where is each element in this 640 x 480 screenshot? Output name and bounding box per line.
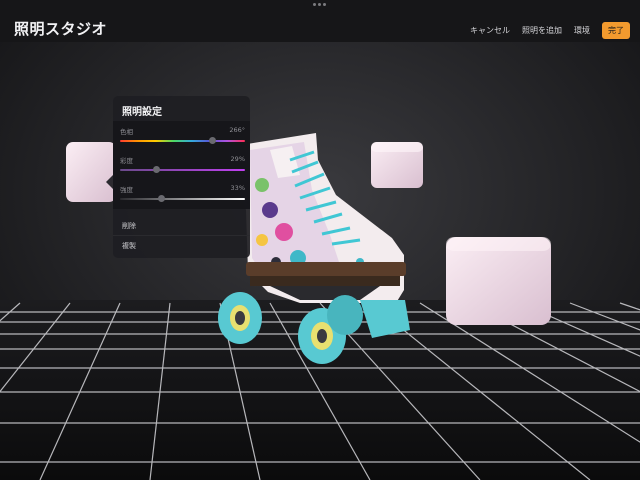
environment-button[interactable]: 環境 — [574, 25, 590, 36]
top-bar: 照明スタジオ キャンセル 照明を追加 環境 完了 — [0, 0, 640, 42]
delete-light-button[interactable]: 削除 — [122, 221, 136, 231]
window-grabber-icon[interactable] — [313, 3, 327, 9]
hue-track[interactable] — [120, 140, 245, 142]
slider-group: 色相 266° 彩度 29% 強度 33% — [113, 121, 250, 209]
popover-title: 照明設定 — [122, 107, 162, 118]
intensity-track[interactable] — [120, 198, 245, 200]
light-cube-right[interactable] — [446, 237, 551, 325]
done-button[interactable]: 完了 — [602, 22, 630, 39]
3d-viewport[interactable] — [0, 0, 640, 480]
intensity-value: 33% — [230, 184, 245, 192]
menu-divider — [113, 235, 250, 236]
popover-arrow — [106, 175, 113, 189]
saturation-value: 29% — [230, 155, 245, 163]
intensity-knob[interactable] — [158, 195, 166, 202]
saturation-track[interactable] — [120, 169, 245, 171]
intensity-label: 強度 — [120, 186, 133, 194]
light-settings-popover: 照明設定 色相 266° 彩度 29% 強度 33% 削除 複製 — [113, 96, 250, 258]
saturation-label: 彩度 — [120, 157, 133, 165]
cancel-button[interactable]: キャンセル — [470, 25, 510, 36]
top-actions: キャンセル 照明を追加 環境 完了 — [470, 22, 630, 39]
app-title: 照明スタジオ — [14, 20, 108, 38]
saturation-knob[interactable] — [153, 166, 161, 173]
light-cube-left[interactable] — [66, 142, 116, 202]
hue-slider: 色相 266° — [120, 126, 245, 146]
add-light-button[interactable]: 照明を追加 — [522, 25, 562, 36]
intensity-slider: 強度 33% — [120, 184, 245, 204]
saturation-slider: 彩度 29% — [120, 155, 245, 175]
hue-value: 266° — [229, 126, 245, 134]
hue-knob[interactable] — [209, 137, 217, 144]
hue-label: 色相 — [120, 128, 133, 136]
duplicate-light-button[interactable]: 複製 — [122, 241, 136, 251]
light-cube-small[interactable] — [371, 142, 423, 188]
